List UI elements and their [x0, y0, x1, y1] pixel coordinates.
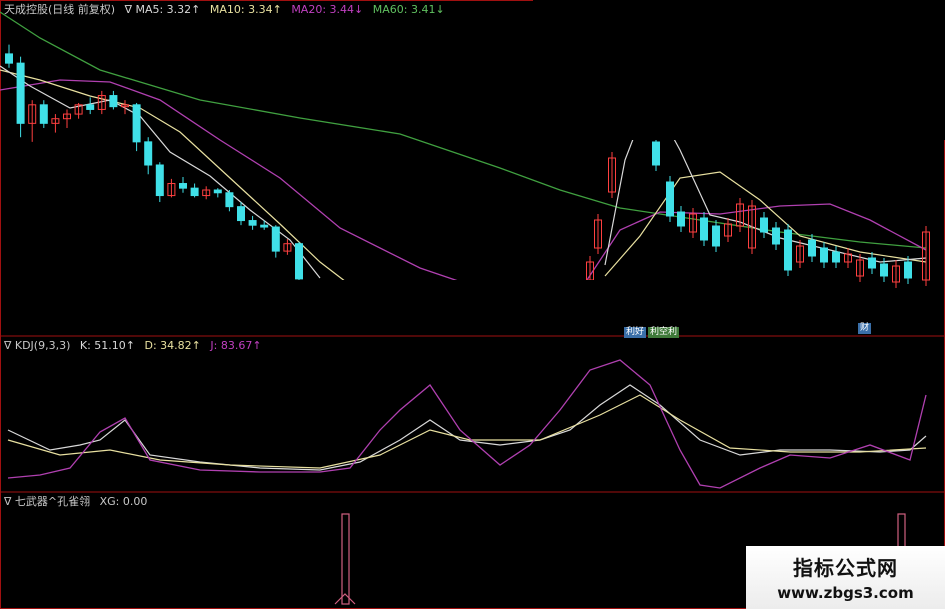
- d-line: [7, 394, 927, 469]
- candle-body: [820, 247, 828, 263]
- k-value: K: 51.10↑: [79, 339, 135, 352]
- candle-body: [652, 141, 660, 166]
- candle-body: [190, 187, 199, 197]
- xg-panel-header: ∇ 七武器^孔雀翎 XG: 0.00: [4, 494, 153, 510]
- info-tag[interactable]: 利空利: [648, 327, 680, 338]
- info-tag[interactable]: 利好: [624, 327, 647, 338]
- candle-body: [295, 243, 303, 280]
- candle-body: [39, 104, 48, 124]
- finance-tag[interactable]: 财: [858, 323, 872, 334]
- xg-signal-base: [334, 593, 356, 605]
- candle-body: [677, 211, 685, 227]
- candle-body: [5, 53, 13, 64]
- candle-body: [132, 104, 141, 143]
- candle-body: [271, 226, 280, 252]
- candle-body: [880, 263, 888, 277]
- candle-body: [904, 261, 912, 279]
- blackout-region: [235, 280, 708, 330]
- blackout-region: [533, 0, 945, 140]
- d-value: D: 34.82↑: [144, 339, 201, 352]
- candle-body: [179, 183, 187, 189]
- candle-body: [772, 227, 780, 245]
- stock-name[interactable]: 天成控股(日线 前复权): [4, 3, 115, 16]
- candle-body: [248, 220, 257, 226]
- xg-signal-spike: [341, 513, 350, 605]
- candle-body: [260, 224, 269, 228]
- kdj-panel-header: ∇ KDJ(9,3,3) K: 51.10↑ D: 34.82↑ J: 83.6…: [4, 338, 268, 354]
- candle-body: [700, 217, 708, 241]
- candle-body: [225, 192, 234, 208]
- candle-body: [16, 62, 25, 124]
- kdj-title[interactable]: ∇ KDJ(9,3,3): [4, 339, 70, 352]
- candle-body: [712, 225, 720, 247]
- xg-value: XG: 0.00: [99, 495, 148, 508]
- candle-body: [144, 141, 153, 166]
- ma20-value: MA20: 3.44↓: [291, 3, 364, 16]
- main-panel-header: 天成控股(日线 前复权) ∇ MA5: 3.32↑ MA10: 3.34↑ MA…: [4, 2, 451, 18]
- kdj-lines: [7, 359, 927, 489]
- candle-body: [868, 257, 876, 269]
- candle-body: [213, 189, 222, 194]
- watermark-title: 指标公式网: [793, 556, 898, 580]
- candle-body: [760, 217, 768, 233]
- watermark-logo: 指标公式网 www.zbgs3.com: [746, 546, 945, 609]
- candle-body: [832, 251, 840, 263]
- candle-body: [109, 95, 118, 108]
- candle-body: [237, 206, 245, 222]
- j-line: [7, 359, 927, 489]
- candle-body: [808, 239, 816, 257]
- j-value: J: 83.67↑: [210, 339, 262, 352]
- ma60-value: MA60: 3.41↓: [372, 3, 445, 16]
- candle-body: [155, 164, 164, 197]
- ma10-value: MA10: 3.34↑: [209, 3, 282, 16]
- candle-body: [784, 229, 792, 271]
- ma5-value: ∇ MA5: 3.32↑: [124, 3, 201, 16]
- xg-title[interactable]: ∇ 七武器^孔雀翎: [4, 495, 90, 508]
- candle-body: [86, 104, 95, 110]
- candle-body: [666, 181, 674, 217]
- watermark-url: www.zbgs3.com: [777, 584, 914, 602]
